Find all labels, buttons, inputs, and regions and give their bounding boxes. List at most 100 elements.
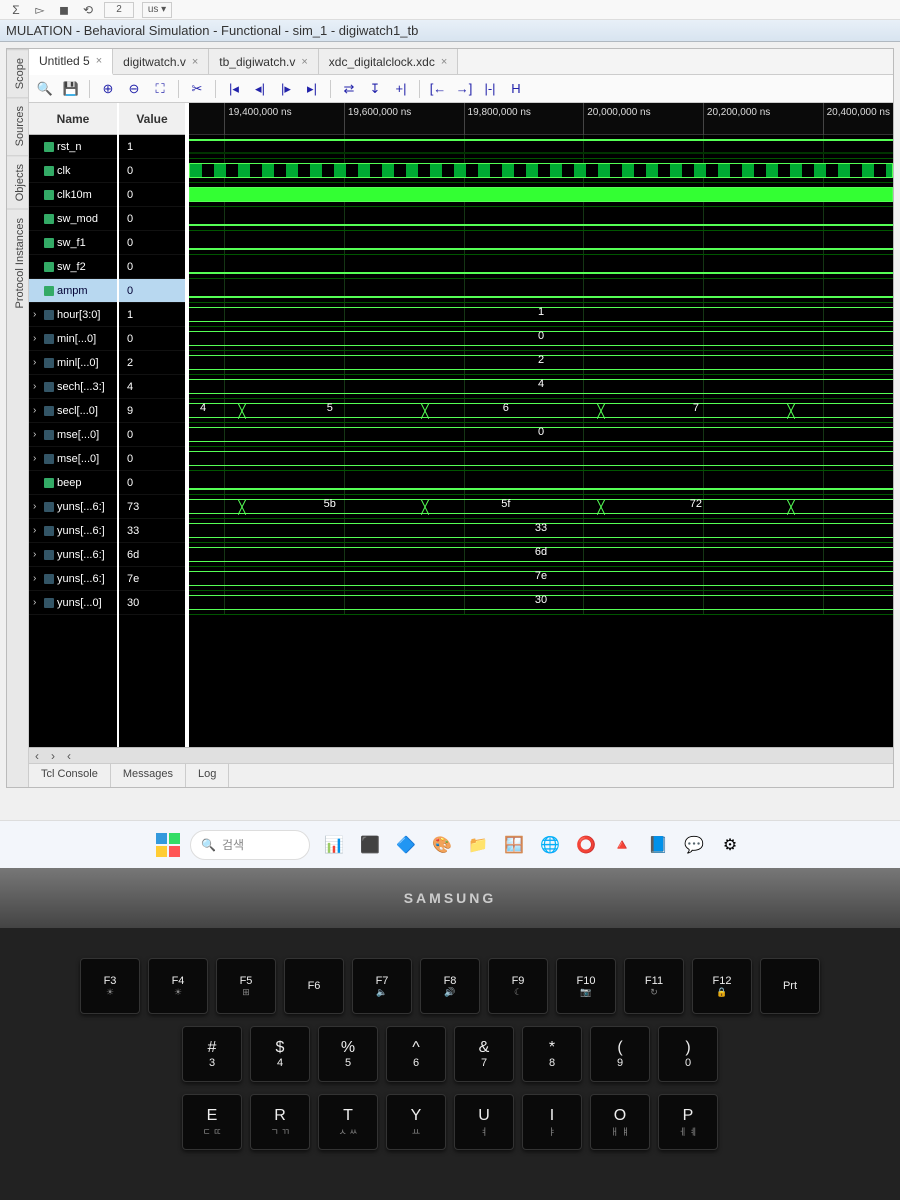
- file-tab[interactable]: Untitled 5×: [29, 49, 113, 75]
- taskbar-app-icon[interactable]: 🔷: [392, 831, 420, 859]
- expand-icon[interactable]: ›: [33, 597, 41, 608]
- waveform-row[interactable]: 30: [189, 591, 893, 615]
- expand-icon[interactable]: ›: [33, 405, 41, 416]
- expand-icon[interactable]: ›: [33, 333, 41, 344]
- signal-value-row[interactable]: 2: [119, 351, 185, 375]
- side-tab-sources[interactable]: Sources: [7, 97, 28, 154]
- scroll-left-icon[interactable]: ‹: [61, 749, 77, 763]
- signal-value-row[interactable]: 0: [119, 255, 185, 279]
- side-tab-objects[interactable]: Objects: [7, 155, 28, 209]
- close-icon[interactable]: ×: [96, 55, 102, 67]
- signal-name-row[interactable]: sw_mod: [29, 207, 117, 231]
- taskbar-app-icon[interactable]: 📊: [320, 831, 348, 859]
- signal-value-row[interactable]: 1: [119, 303, 185, 327]
- waveform-row[interactable]: 33: [189, 519, 893, 543]
- signal-name-row[interactable]: ›yuns[...0]: [29, 591, 117, 615]
- expand-icon[interactable]: ›: [33, 453, 41, 464]
- expand-icon[interactable]: ›: [33, 525, 41, 536]
- scroll-left-icon[interactable]: ‹: [29, 749, 45, 763]
- file-tab[interactable]: digitwatch.v×: [113, 49, 209, 74]
- zoom-fit-icon[interactable]: ⛶: [150, 79, 170, 99]
- swap-icon[interactable]: ⇄: [339, 79, 359, 99]
- taskbar-app-icon[interactable]: 🌐: [536, 831, 564, 859]
- signal-value-row[interactable]: 1: [119, 135, 185, 159]
- signal-name-row[interactable]: beep: [29, 471, 117, 495]
- expand-icon[interactable]: ›: [33, 429, 41, 440]
- waveform-row[interactable]: [189, 207, 893, 231]
- waveform-row[interactable]: [189, 471, 893, 495]
- signal-value-row[interactable]: 7e: [119, 567, 185, 591]
- signal-name-row[interactable]: sw_f2: [29, 255, 117, 279]
- signal-name-row[interactable]: sw_f1: [29, 231, 117, 255]
- signal-name-row[interactable]: ›yuns[...6:]: [29, 567, 117, 591]
- waveform-row[interactable]: [189, 135, 893, 159]
- close-icon[interactable]: ×: [192, 56, 198, 68]
- expand-icon[interactable]: ›: [33, 549, 41, 560]
- zoom-in-icon[interactable]: ⊕: [98, 79, 118, 99]
- waveform-row[interactable]: 2: [189, 351, 893, 375]
- signal-value-row[interactable]: 9: [119, 399, 185, 423]
- signal-name-row[interactable]: ›minl[...0]: [29, 351, 117, 375]
- bottom-tab-log[interactable]: Log: [186, 764, 229, 787]
- time-ruler[interactable]: 19,400,000 ns19,600,000 ns19,800,000 ns2…: [189, 103, 893, 135]
- signal-name-row[interactable]: clk: [29, 159, 117, 183]
- prev-edge-icon[interactable]: ◂|: [250, 79, 270, 99]
- signal-value-row[interactable]: 0: [119, 327, 185, 351]
- waveform-row[interactable]: [189, 231, 893, 255]
- expand-icon[interactable]: ›: [33, 501, 41, 512]
- waveform-row[interactable]: 6d: [189, 543, 893, 567]
- waveform-area[interactable]: 19,400,000 ns19,600,000 ns19,800,000 ns2…: [189, 103, 893, 747]
- signal-value-row[interactable]: 33: [119, 519, 185, 543]
- scroll-right-icon[interactable]: ›: [45, 749, 61, 763]
- signal-name-row[interactable]: ›mse[...0]: [29, 447, 117, 471]
- taskbar-app-icon[interactable]: 📁: [464, 831, 492, 859]
- file-tab[interactable]: xdc_digitalclock.xdc×: [319, 49, 459, 74]
- expand-icon[interactable]: ›: [33, 573, 41, 584]
- close-icon[interactable]: ×: [441, 56, 447, 68]
- expand-icon[interactable]: ›: [33, 309, 41, 320]
- taskbar-app-icon[interactable]: 🎨: [428, 831, 456, 859]
- go-end-icon[interactable]: ▸|: [302, 79, 322, 99]
- signal-name-row[interactable]: ›min[...0]: [29, 327, 117, 351]
- start-button[interactable]: [156, 833, 180, 857]
- bottom-tab-tcl-console[interactable]: Tcl Console: [29, 764, 111, 787]
- signal-name-row[interactable]: ›secl[...0]: [29, 399, 117, 423]
- signal-name-row[interactable]: clk10m: [29, 183, 117, 207]
- add-marker-icon[interactable]: +|: [391, 79, 411, 99]
- waveform-row[interactable]: [189, 159, 893, 183]
- time-unit[interactable]: us ▾: [142, 2, 172, 18]
- signal-value-row[interactable]: 0: [119, 183, 185, 207]
- taskbar-app-icon[interactable]: ⬛: [356, 831, 384, 859]
- signal-value-row[interactable]: 0: [119, 207, 185, 231]
- waveform-row[interactable]: 0: [189, 327, 893, 351]
- name-header[interactable]: Name: [29, 103, 117, 135]
- next-edge-icon[interactable]: |▸: [276, 79, 296, 99]
- close-icon[interactable]: ×: [301, 56, 307, 68]
- horizontal-scrollbar[interactable]: ‹ › ‹: [29, 747, 893, 763]
- side-tab-scope[interactable]: Scope: [7, 49, 28, 97]
- signal-value-row[interactable]: 0: [119, 471, 185, 495]
- waveform-row[interactable]: 1: [189, 303, 893, 327]
- signal-name-row[interactable]: ›yuns[...6:]: [29, 519, 117, 543]
- signal-name-row[interactable]: rst_n: [29, 135, 117, 159]
- waveform-row[interactable]: [189, 279, 893, 303]
- waveform-row[interactable]: [189, 183, 893, 207]
- signal-value-row[interactable]: 30: [119, 591, 185, 615]
- waveform-row[interactable]: 0: [189, 423, 893, 447]
- file-tab[interactable]: tb_digiwatch.v×: [209, 49, 318, 74]
- signal-name-row[interactable]: ampm: [29, 279, 117, 303]
- toolbar-icon[interactable]: Σ: [8, 2, 24, 18]
- waveform-row[interactable]: 5b5f72: [189, 495, 893, 519]
- hierarchy-icon[interactable]: H: [506, 79, 526, 99]
- waveform-row[interactable]: 7e: [189, 567, 893, 591]
- waveform-row[interactable]: 4567: [189, 399, 893, 423]
- taskbar-app-icon[interactable]: 🪟: [500, 831, 528, 859]
- toolbar-icon[interactable]: ◼: [56, 2, 72, 18]
- value-header[interactable]: Value: [119, 103, 185, 135]
- cut-icon[interactable]: ✂: [187, 79, 207, 99]
- zoom-out-icon[interactable]: ⊖: [124, 79, 144, 99]
- signal-name-row[interactable]: ›yuns[...6:]: [29, 543, 117, 567]
- waveform-row[interactable]: [189, 447, 893, 471]
- signal-name-row[interactable]: ›mse[...0]: [29, 423, 117, 447]
- signal-value-row[interactable]: 6d: [119, 543, 185, 567]
